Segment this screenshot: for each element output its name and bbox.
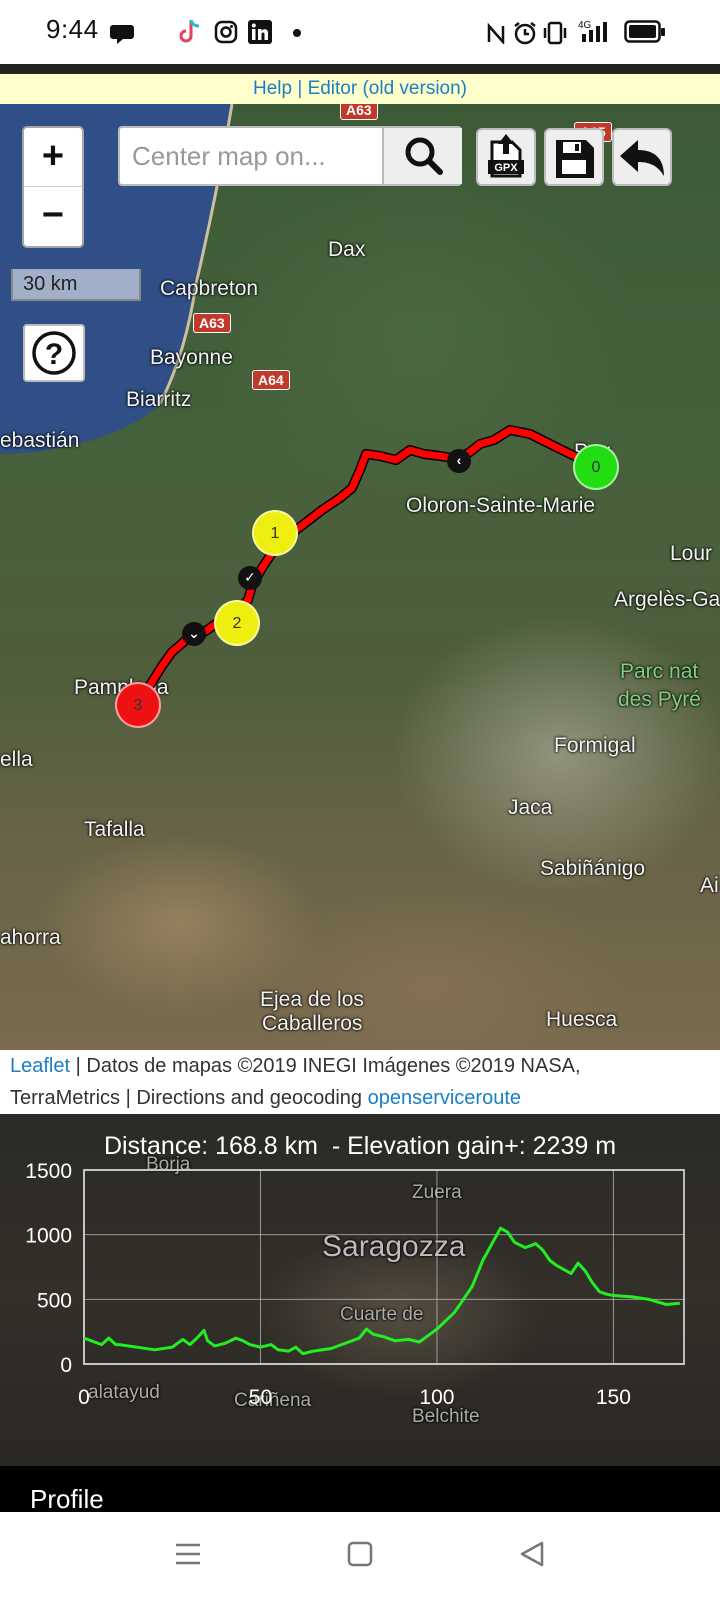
system-navigation-bar <box>0 1512 720 1600</box>
alarm-icon <box>514 22 536 45</box>
search-button[interactable] <box>382 128 462 184</box>
elevation-series-line <box>83 1226 680 1356</box>
floppy-disk-icon <box>556 140 594 178</box>
waypoint-marker-3[interactable]: 3 <box>115 682 161 728</box>
openrouteservice-link[interactable]: openserviceroute <box>368 1087 521 1109</box>
phone-screen: 9:44 4G Help | Editor (old version) A63 … <box>0 0 720 1600</box>
route-direction-marker: ✓ <box>238 566 262 590</box>
menu-icon[interactable] <box>174 1540 202 1568</box>
back-triangle-icon[interactable] <box>518 1540 546 1568</box>
help-button-label: ? <box>45 338 63 371</box>
y-tick-label: 0 <box>60 1354 72 1377</box>
zoom-control: + − <box>22 126 84 248</box>
browser-top-strip <box>0 64 720 74</box>
x-tick-label: 150 <box>596 1386 631 1409</box>
attribution-text: | Datos de mapas ©2019 INEGI Imágenes ©2… <box>70 1055 581 1077</box>
question-mark-icon: ? <box>32 331 76 375</box>
battery-icon <box>624 20 665 43</box>
map-attribution: Leaflet | Datos de mapas ©2019 INEGI Imá… <box>0 1050 720 1114</box>
plot-frame <box>83 1169 685 1365</box>
tiktok-icon <box>179 19 200 43</box>
map-view[interactable]: A63 A63 A64 A65 Dax Capbreton Bayonne Bi… <box>0 104 720 1050</box>
network-label: 4G <box>578 20 592 31</box>
undo-button[interactable] <box>612 128 672 186</box>
waypoint-marker-1[interactable]: 1 <box>252 510 298 556</box>
zoom-in-button[interactable]: + <box>24 128 82 187</box>
route-line <box>135 425 600 707</box>
zoom-out-button[interactable]: − <box>24 187 82 246</box>
instagram-icon <box>214 20 238 44</box>
waypoint-marker-2[interactable]: 2 <box>214 600 260 646</box>
route-direction-marker: ⌄ <box>182 622 206 646</box>
help-bar: Help | Editor (old version) <box>0 74 720 104</box>
status-bar: 9:44 4G <box>0 0 720 64</box>
linkedin-icon <box>248 20 272 44</box>
y-tick-label: 1000 <box>25 1225 72 1248</box>
help-separator: | <box>297 78 303 99</box>
waypoint-marker-0[interactable]: 0 <box>573 444 619 490</box>
dot-icon <box>293 29 301 37</box>
editor-old-version-link[interactable]: Editor (old version) <box>308 78 467 99</box>
map-scale: 30 km <box>11 269 141 301</box>
gpx-upload-button[interactable]: GPX <box>476 128 536 186</box>
undo-arrow-icon <box>620 140 664 176</box>
attribution-text: TerraMetrics | Directions and geocoding <box>10 1087 368 1109</box>
save-button[interactable] <box>544 128 604 186</box>
profile-tab-label[interactable]: Profile <box>30 1484 104 1515</box>
y-tick-label: 500 <box>37 1289 72 1312</box>
help-link[interactable]: Help <box>253 78 292 99</box>
x-tick-label: 100 <box>419 1386 454 1409</box>
gpx-file-upload-icon: GPX <box>488 134 524 178</box>
elevation-profile-panel: Borja Zuera Saragozza Cuarte de alatayud… <box>0 1114 720 1466</box>
nfc-icon <box>487 22 505 44</box>
help-button[interactable]: ? <box>23 324 85 382</box>
center-map-search-input[interactable] <box>132 128 382 184</box>
y-tick-label: 1500 <box>25 1160 72 1183</box>
home-square-icon[interactable] <box>346 1540 374 1568</box>
x-tick-label: 0 <box>78 1386 90 1409</box>
map-search-bar <box>118 126 462 186</box>
status-time: 9:44 <box>46 14 99 44</box>
elevation-chart[interactable]: 0 500 1000 1500 0 50 100 150 <box>0 1114 720 1466</box>
chat-bubble-icon <box>110 25 134 44</box>
leaflet-link[interactable]: Leaflet <box>10 1055 70 1077</box>
vibrate-icon <box>543 21 567 45</box>
x-tick-label: 50 <box>249 1386 272 1409</box>
search-icon <box>405 137 443 175</box>
signal-icon: 4G <box>578 20 607 42</box>
profile-tab-bar: Profile <box>0 1466 720 1515</box>
route-direction-marker: ‹ <box>447 449 471 473</box>
gpx-label: GPX <box>494 162 518 174</box>
